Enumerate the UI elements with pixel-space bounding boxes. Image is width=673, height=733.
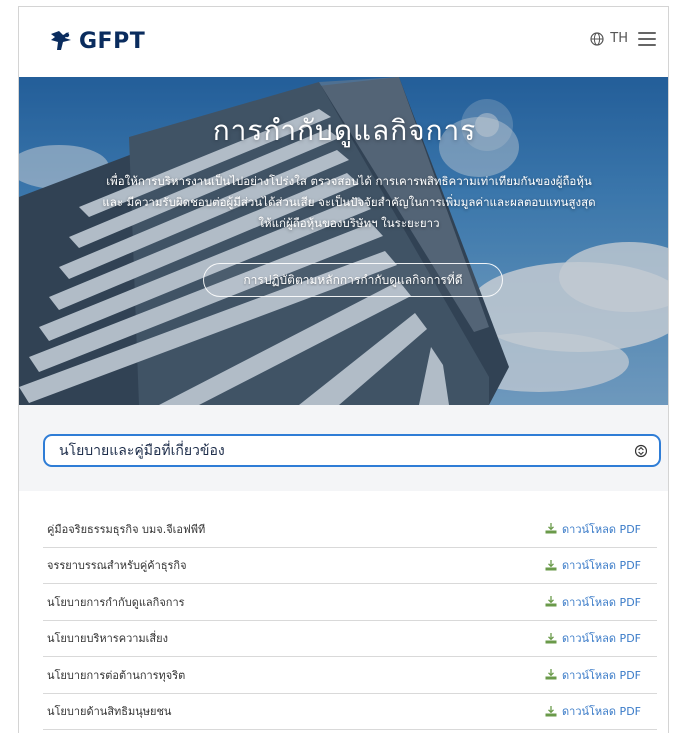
document-name: นโยบายบริหารความเสี่ยง bbox=[47, 632, 168, 646]
list-item: นโยบายการต่อต้านการทุจริต ดาวน์โหลด PDF bbox=[43, 657, 657, 694]
download-label: ดาวน์โหลด PDF bbox=[562, 705, 641, 719]
document-name: จรรยาบรรณสำหรับคู่ค้าธุรกิจ bbox=[47, 559, 187, 573]
hero-title: การกำกับดูแลกิจการ bbox=[212, 114, 477, 147]
document-name: นโยบายการกำกับดูแลกิจการ bbox=[47, 595, 185, 609]
document-name: คู่มือจริยธรรมธุรกิจ บมจ.จีเอฟพีที bbox=[47, 522, 206, 536]
download-icon bbox=[545, 559, 557, 571]
language-toggle[interactable]: TH bbox=[610, 31, 628, 46]
brand-logo[interactable]: GFPT bbox=[47, 28, 145, 54]
list-item: จรรยาบรรณสำหรับคู่ค้าธุรกิจ ดาวน์โหลด PD… bbox=[43, 548, 657, 584]
download-pdf-link[interactable]: ดาวน์โหลด PDF bbox=[545, 666, 647, 684]
download-label: ดาวน์โหลด PDF bbox=[562, 559, 641, 573]
download-pdf-link[interactable]: ดาวน์โหลด PDF bbox=[545, 556, 647, 574]
gfpt-logo-icon bbox=[51, 31, 71, 50]
download-icon bbox=[545, 632, 557, 644]
download-label: ดาวน์โหลด PDF bbox=[562, 522, 641, 536]
hero-description-line: และ มีความรับผิดชอบต่อผู้มีส่วนได้ส่วนเส… bbox=[102, 195, 596, 209]
download-pdf-link[interactable]: ดาวน์โหลด PDF bbox=[545, 520, 647, 538]
download-icon bbox=[545, 705, 557, 717]
globe-icon[interactable] bbox=[590, 31, 604, 46]
hamburger-menu-icon[interactable] bbox=[638, 31, 656, 46]
download-icon bbox=[545, 596, 557, 607]
list-item: นโยบายบริหารความเสี่ยง ดาวน์โหลด PDF bbox=[43, 621, 657, 657]
category-select-value: นโยบายและคู่มือที่เกี่ยวข้อง bbox=[59, 442, 225, 459]
header-actions: TH bbox=[590, 31, 656, 46]
hero-banner: การกำกับดูแลกิจการ เพื่อให้การบริหารงานเ… bbox=[19, 77, 668, 405]
hero-description: เพื่อให้การบริหารงานเป็นไปอย่างโปร่งใส ต… bbox=[49, 171, 649, 234]
list-item: นโยบายการกำกับดูแลกิจการ ดาวน์โหลด PDF bbox=[43, 584, 657, 621]
download-icon bbox=[545, 523, 557, 534]
document-name: นโยบายด้านสิทธิมนุษยชน bbox=[47, 705, 172, 719]
download-label: ดาวน์โหลด PDF bbox=[562, 595, 641, 609]
download-label: ดาวน์โหลด PDF bbox=[562, 632, 641, 646]
hero-description-line: ให้แก่ผู้ถือหุ้นของบริษัทฯ ในระยะยาว bbox=[258, 216, 440, 230]
hero-description-line: เพื่อให้การบริหารงานเป็นไปอย่างโปร่งใส ต… bbox=[106, 174, 592, 188]
download-label: ดาวน์โหลด PDF bbox=[562, 668, 641, 682]
brand-name: GFPT bbox=[79, 28, 146, 54]
download-icon bbox=[545, 669, 557, 680]
chevron-updown-icon bbox=[635, 444, 647, 458]
download-pdf-link[interactable]: ดาวน์โหลด PDF bbox=[545, 593, 647, 611]
page-frame: GFPT TH การกำกับดูแลกิจการ เพื่อให้การบร… bbox=[18, 6, 669, 733]
site-header: GFPT TH bbox=[19, 7, 668, 77]
category-select-band: นโยบายและคู่มือที่เกี่ยวข้อง bbox=[19, 405, 668, 491]
category-select[interactable]: นโยบายและคู่มือที่เกี่ยวข้อง bbox=[43, 434, 661, 467]
download-pdf-link[interactable]: ดาวน์โหลด PDF bbox=[545, 629, 647, 647]
document-name: นโยบายการต่อต้านการทุจริต bbox=[47, 668, 186, 682]
list-item: คู่มือจริยธรรมธุรกิจ บมจ.จีเอฟพีที ดาวน์… bbox=[43, 511, 657, 548]
cg-principles-button[interactable]: การปฏิบัติตามหลักการกำกับดูแลกิจการที่ดี bbox=[203, 263, 503, 297]
list-item: นโยบายด้านสิทธิมนุษยชน ดาวน์โหลด PDF bbox=[43, 694, 657, 730]
download-pdf-link[interactable]: ดาวน์โหลด PDF bbox=[545, 702, 647, 720]
document-list: คู่มือจริยธรรมธุรกิจ บมจ.จีเอฟพีที ดาวน์… bbox=[43, 511, 657, 730]
